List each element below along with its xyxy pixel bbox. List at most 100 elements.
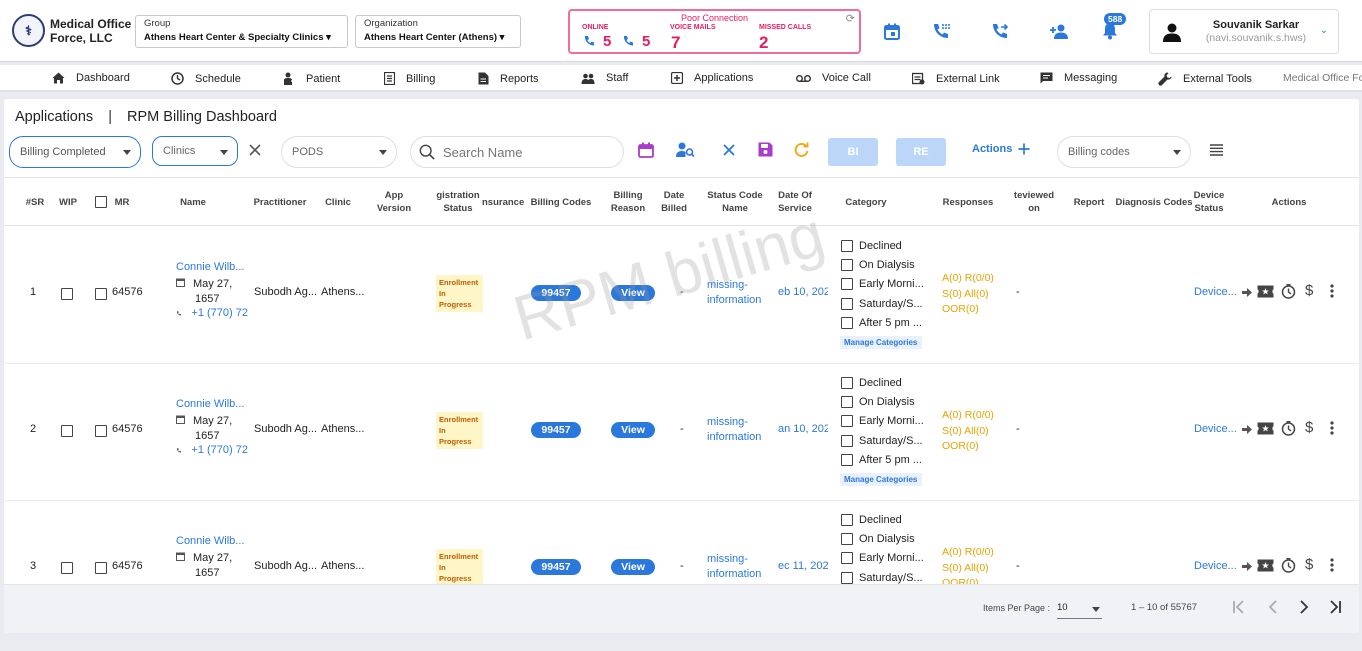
status-code-link[interactable]: missing-information	[707, 415, 761, 445]
col-registration-status[interactable]: gistration Status	[434, 189, 482, 215]
category-checkbox[interactable]	[841, 259, 853, 272]
col-app-version[interactable]: App Version	[370, 189, 418, 215]
category-option[interactable]: After 5 pm ...	[840, 453, 926, 473]
col-wip[interactable]: WIP	[56, 196, 80, 209]
billing-status-select[interactable]: Billing Completed	[9, 136, 141, 168]
patient-name-link[interactable]: Connie Wilb...	[176, 398, 248, 410]
ticket-icon[interactable]	[1257, 559, 1274, 572]
col-actions[interactable]: Actions	[1264, 196, 1314, 209]
breadcrumb-section[interactable]: Applications	[15, 109, 93, 125]
col-practitioner[interactable]: Practitioner	[250, 196, 310, 209]
billing-code-badge[interactable]: 99457	[531, 285, 581, 301]
connection-status-panel[interactable]: Poor Connection ⟳ ONLINE VOICE MAILS MIS…	[568, 9, 861, 54]
category-checkbox[interactable]	[841, 415, 853, 428]
col-billing-reason[interactable]: Billing Reason	[604, 189, 652, 215]
nav-dashboard[interactable]: Dashboard	[52, 72, 130, 84]
save-icon[interactable]	[758, 142, 773, 157]
ticket-icon[interactable]	[1257, 285, 1274, 298]
select-all-checkbox[interactable]	[95, 196, 107, 208]
wip-checkbox[interactable]	[61, 425, 73, 437]
actions-button[interactable]: Actions	[972, 143, 1030, 155]
previous-page-icon[interactable]	[1266, 600, 1280, 614]
calendar-icon[interactable]	[881, 20, 903, 42]
row-select-checkbox[interactable]	[95, 425, 107, 437]
nav-patient[interactable]: Patient	[283, 72, 340, 85]
clinics-select[interactable]: Clinics	[152, 136, 238, 166]
dollar-icon[interactable]: $	[1305, 419, 1313, 436]
re-button[interactable]: RE	[896, 138, 946, 166]
next-page-icon[interactable]	[1297, 600, 1311, 614]
pods-select[interactable]: PODS	[281, 136, 397, 168]
category-option[interactable]: Declined	[840, 514, 926, 533]
timer-icon[interactable]	[1281, 421, 1296, 436]
patient-phone[interactable]: +1 (770) 72	[176, 444, 248, 456]
nav-medical-office-force[interactable]: Medical Office Fo	[1283, 72, 1362, 84]
timer-icon[interactable]	[1281, 558, 1296, 573]
clear-icon[interactable]	[723, 144, 735, 156]
more-vert-icon[interactable]	[1330, 558, 1334, 572]
col-diagnosis-codes[interactable]: Diagnosis Codes	[1114, 196, 1194, 209]
category-checkbox[interactable]	[841, 434, 853, 447]
nav-staff[interactable]: Staff	[581, 72, 628, 84]
category-option[interactable]: Early Morni...	[840, 552, 926, 571]
wip-checkbox[interactable]	[61, 288, 73, 300]
billing-code-badge[interactable]: 99457	[531, 559, 581, 575]
category-option[interactable]: Declined	[840, 377, 926, 396]
category-checkbox[interactable]	[841, 278, 853, 291]
category-checkbox[interactable]	[841, 297, 853, 310]
nav-external-tools[interactable]: External Tools	[1158, 72, 1252, 86]
nav-external-link[interactable]: External Link	[912, 72, 1000, 85]
billing-reason-view-button[interactable]: View	[611, 422, 655, 438]
row-select-checkbox[interactable]	[95, 288, 107, 300]
col-name[interactable]: Name	[168, 196, 218, 209]
col-reviewed-on[interactable]: teviewed on	[1010, 189, 1058, 215]
app-logo[interactable]: ⚕ Medical Office Force, LLC	[12, 14, 131, 47]
col-date-of-service[interactable]: Date Of Service	[774, 189, 816, 215]
category-checkbox[interactable]	[841, 240, 853, 252]
status-code-link[interactable]: missing-information	[707, 552, 761, 582]
arrow-right-icon[interactable]	[1242, 288, 1252, 297]
category-checkbox[interactable]	[841, 533, 853, 546]
col-category[interactable]: Category	[840, 196, 892, 209]
device-status-link[interactable]: Device...	[1194, 286, 1240, 298]
device-status-link[interactable]: Device...	[1194, 560, 1240, 572]
call-forward-icon[interactable]	[989, 20, 1011, 42]
arrow-right-icon[interactable]	[1242, 425, 1252, 434]
nav-billing[interactable]: Billing	[384, 72, 435, 85]
col-clinic[interactable]: Clinic	[322, 196, 354, 209]
category-checkbox[interactable]	[841, 316, 853, 329]
col-report[interactable]: Report	[1070, 196, 1108, 209]
col-insurance[interactable]: nsurance	[482, 196, 524, 209]
table-row[interactable]: 1 64576 Connie Wilb... May 27, 1657 +1 (770) …	[4, 227, 1359, 364]
billing-reason-view-button[interactable]: View	[611, 559, 655, 575]
patient-phone[interactable]: +1 (770) 72	[176, 307, 248, 319]
nav-schedule[interactable]: Schedule	[171, 72, 241, 85]
nav-reports[interactable]: Reports	[478, 72, 539, 85]
category-option[interactable]: On Dialysis	[840, 533, 926, 552]
nav-voice-call[interactable]: Voice Call	[796, 72, 871, 84]
group-select[interactable]: Group Athens Heart Center & Specialty Cl…	[135, 15, 348, 48]
category-checkbox[interactable]	[841, 514, 853, 526]
nav-messaging[interactable]: Messaging	[1040, 72, 1117, 84]
col-sr[interactable]: #SR	[23, 196, 47, 209]
category-option[interactable]: On Dialysis	[840, 396, 926, 415]
category-option[interactable]: Early Morni...	[840, 278, 926, 297]
manage-categories-link[interactable]: Manage Categories	[840, 335, 922, 349]
wip-checkbox[interactable]	[61, 562, 73, 574]
col-device-status[interactable]: Device Status	[1190, 189, 1228, 215]
add-user-icon[interactable]	[1048, 20, 1070, 42]
category-option[interactable]: Saturday/S...	[840, 434, 926, 454]
category-option[interactable]: After 5 pm ...	[840, 316, 926, 336]
category-checkbox[interactable]	[841, 396, 853, 409]
category-option[interactable]: On Dialysis	[840, 259, 926, 278]
category-checkbox[interactable]	[841, 453, 853, 466]
billing-codes-select[interactable]: Billing codes	[1057, 136, 1191, 168]
items-per-page-select[interactable]: 10	[1057, 597, 1102, 619]
patient-name-link[interactable]: Connie Wilb...	[176, 261, 248, 273]
billing-code-badge[interactable]: 99457	[531, 422, 581, 438]
manage-categories-link[interactable]: Manage Categories	[840, 472, 922, 486]
arrow-right-icon[interactable]	[1242, 562, 1252, 571]
search-input[interactable]	[443, 144, 613, 160]
status-code-link[interactable]: missing-information	[707, 278, 761, 308]
category-option[interactable]: Declined	[840, 240, 926, 259]
